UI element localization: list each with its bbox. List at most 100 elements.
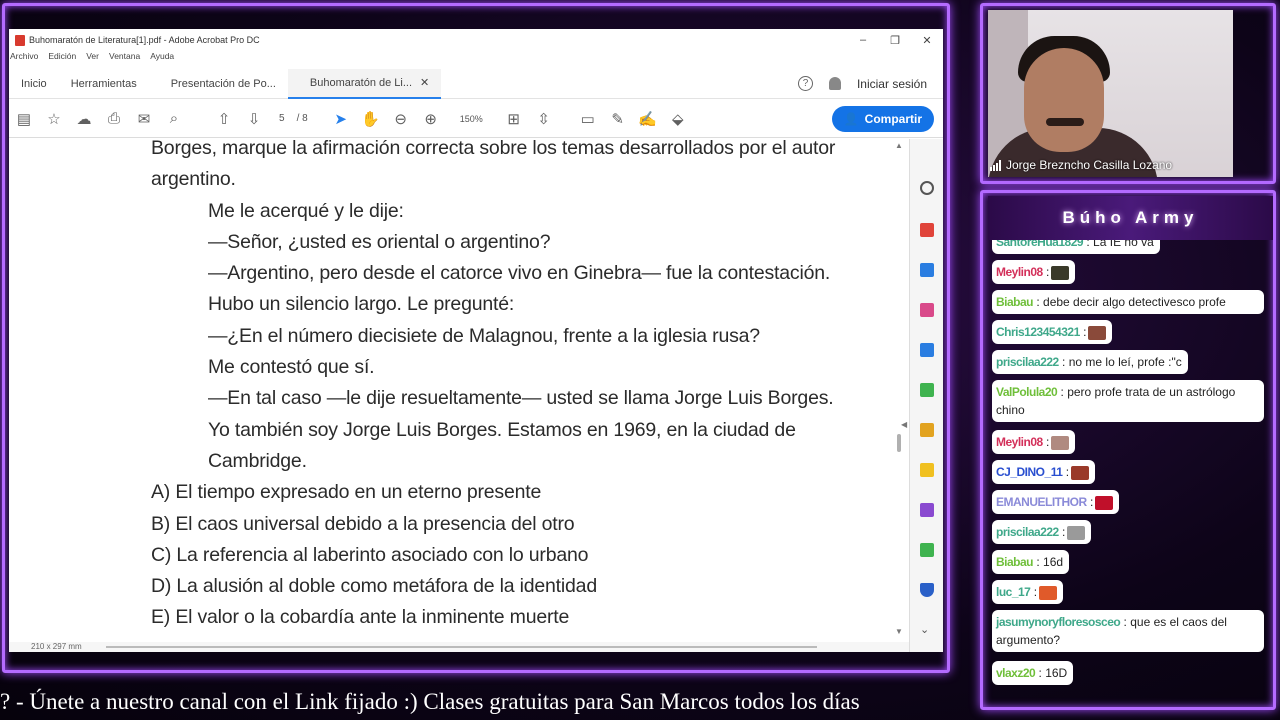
menu-archivo[interactable]: Archivo: [10, 51, 38, 65]
option-d: D) La alusión al doble como metáfora de …: [151, 575, 597, 598]
option-b: B) El caos universal debido a la presenc…: [151, 512, 575, 535]
scroll-thumb[interactable]: [897, 434, 901, 452]
option-c: C) La referencia al laberinto asociado c…: [151, 543, 589, 566]
vertical-scrollbar[interactable]: ▲ ▼: [894, 139, 906, 642]
chat-text: :: [1058, 525, 1066, 539]
pen-icon[interactable]: ✎: [603, 104, 633, 134]
tab-label: Presentación de Po...: [170, 77, 276, 90]
scroll-down-icon[interactable]: ▼: [895, 627, 903, 636]
chat-text: : 16D: [1035, 666, 1068, 680]
page-input[interactable]: 5: [279, 113, 285, 124]
zoom-in-icon[interactable]: ⊕: [416, 104, 446, 134]
share-button[interactable]: 👤 Compartir: [831, 105, 934, 132]
tab-buhomaraton[interactable]: Buhomaratón de Li... ✕: [287, 68, 442, 99]
chat-username[interactable]: vlaxz20: [996, 666, 1036, 680]
sign-icon[interactable]: ✍: [633, 104, 663, 134]
chat-username[interactable]: priscilaa222: [996, 525, 1059, 539]
create-pdf-icon[interactable]: [920, 263, 934, 277]
chat-username[interactable]: CJ_DINO_11: [996, 465, 1063, 479]
chat-text: :: [1086, 495, 1094, 509]
menu-ver[interactable]: Ver: [86, 51, 99, 65]
person-mustache: [1046, 118, 1084, 126]
chat-message: priscilaa222 : no me lo leí, profe :"c: [992, 350, 1188, 374]
chat-username[interactable]: Meylin08: [996, 435, 1043, 449]
search-icon[interactable]: ⌕: [159, 104, 189, 134]
acrobat-window: Buhomaratón de Literatura[1].pdf - Adobe…: [9, 29, 943, 652]
zoom-tool-icon[interactable]: [920, 181, 934, 195]
next-page-icon[interactable]: ⇩: [239, 104, 269, 134]
star-icon[interactable]: ☆: [39, 104, 69, 134]
scroll-mode-icon[interactable]: ⇳: [529, 104, 559, 134]
webcam-feed: Jorge Breznchо Casilla Lozano: [988, 10, 1233, 177]
doc-line: —Señor, ¿usted es oriental o argentino?: [208, 230, 551, 253]
chat-username[interactable]: Meylin08: [996, 265, 1043, 279]
document-view[interactable]: Borges, marque la afirmación correcta so…: [9, 139, 909, 642]
chat-username[interactable]: EMANUELITHOR: [996, 495, 1087, 509]
chat-message: Meylin08 :: [992, 430, 1076, 454]
organize-pages-icon[interactable]: [920, 303, 934, 317]
hand-icon[interactable]: ✋: [356, 104, 386, 134]
window-title: Buhomaratón de Literatura[1].pdf - Adobe…: [29, 35, 260, 45]
tab-bar: Inicio Herramientas Presentación de Po..…: [9, 68, 943, 99]
stamp-icon[interactable]: ⬙: [663, 104, 693, 134]
doc-line: Me contestó que sí.: [208, 356, 375, 379]
cloud-upload-icon[interactable]: ☁: [69, 104, 99, 134]
email-icon[interactable]: ✉: [129, 104, 159, 134]
chat-emote-icon: [1051, 265, 1070, 280]
sign-in-link[interactable]: Iniciar sesión: [857, 77, 927, 91]
print-icon[interactable]: ⎙: [99, 104, 129, 134]
comment-tool-icon[interactable]: [920, 463, 934, 477]
ticker-text: ? - Únete a nuestro canal con el Link fi…: [0, 689, 860, 714]
tab-presentacion[interactable]: Presentación de Po...: [149, 69, 288, 99]
scroll-up-icon[interactable]: ▲: [895, 141, 903, 150]
chat-username[interactable]: Biabau: [996, 295, 1034, 309]
chat-username[interactable]: Biabau: [996, 555, 1034, 569]
fill-sign-icon[interactable]: [920, 503, 934, 517]
prev-page-icon[interactable]: ⇧: [209, 104, 239, 134]
menu-edicion[interactable]: Edición: [48, 51, 76, 65]
restore-icon[interactable]: ❐: [879, 34, 911, 47]
chat-username[interactable]: jasumynoryfloresosceo: [996, 615, 1121, 629]
doc-line: Borges, marque la afirmación correcta so…: [151, 139, 836, 159]
horizontal-scroll-thumb[interactable]: [106, 646, 817, 648]
doc-line: —En tal caso —le dije resueltamente— ust…: [208, 387, 834, 410]
tab-inicio[interactable]: Inicio: [9, 69, 59, 99]
select-cursor-icon[interactable]: ➤: [326, 104, 356, 134]
chat-emote-icon: [1071, 465, 1090, 480]
chat-username[interactable]: Chris123454321: [996, 325, 1080, 339]
edit-pdf-icon[interactable]: [920, 343, 934, 357]
menu-ventana[interactable]: Ventana: [109, 51, 140, 65]
chat-emote-icon: [1039, 585, 1058, 600]
zoom-out-icon[interactable]: ⊖: [386, 104, 416, 134]
export-pdf-icon[interactable]: [920, 223, 934, 237]
chat-emote-icon: [1095, 495, 1114, 510]
minimize-icon[interactable]: –: [847, 34, 879, 46]
person-face: [1024, 48, 1104, 152]
chat-username[interactable]: priscilaa222: [996, 355, 1059, 369]
pdf-page-text: Borges, marque la afirmación correcta so…: [151, 139, 841, 634]
comment-icon[interactable]: ▭: [573, 104, 603, 134]
toolbar: ▤ ☆ ☁ ⎙ ✉ ⌕ ⇧ ⇩ 5 / 8 ➤ ✋ ⊖ ⊕ 150% ⊞ ⇳ ▭…: [9, 100, 943, 138]
bell-icon[interactable]: [828, 77, 841, 90]
zoom-select[interactable]: 150%: [460, 114, 483, 124]
chat-username[interactable]: ValPolula20: [996, 385, 1058, 399]
protect-icon[interactable]: [920, 583, 934, 597]
more-tools-icon[interactable]: ⌄: [920, 623, 934, 637]
help-icon[interactable]: ?: [797, 76, 813, 91]
menu-ayuda[interactable]: Ayuda: [150, 51, 174, 65]
doc-line: —Argentino, pero desde el catorce vivo e…: [208, 262, 831, 285]
status-bar: 210 x 297 mm: [9, 642, 909, 652]
compare-icon[interactable]: [920, 383, 934, 397]
save-icon[interactable]: ▤: [9, 104, 39, 134]
combine-icon[interactable]: [920, 423, 934, 437]
chat-text: :: [1062, 465, 1070, 479]
close-icon[interactable]: ✕: [911, 34, 943, 47]
chat-username[interactable]: luc_17: [996, 585, 1031, 599]
fit-page-icon[interactable]: ⊞: [499, 104, 529, 134]
collapse-panel-icon[interactable]: ◀: [901, 420, 907, 429]
page-size: 210 x 297 mm: [31, 642, 82, 651]
print-production-icon[interactable]: [920, 543, 934, 557]
chat-message: EMANUELITHOR :: [992, 490, 1120, 514]
tab-close-icon[interactable]: ✕: [420, 76, 429, 89]
tab-herramientas[interactable]: Herramientas: [59, 69, 149, 99]
